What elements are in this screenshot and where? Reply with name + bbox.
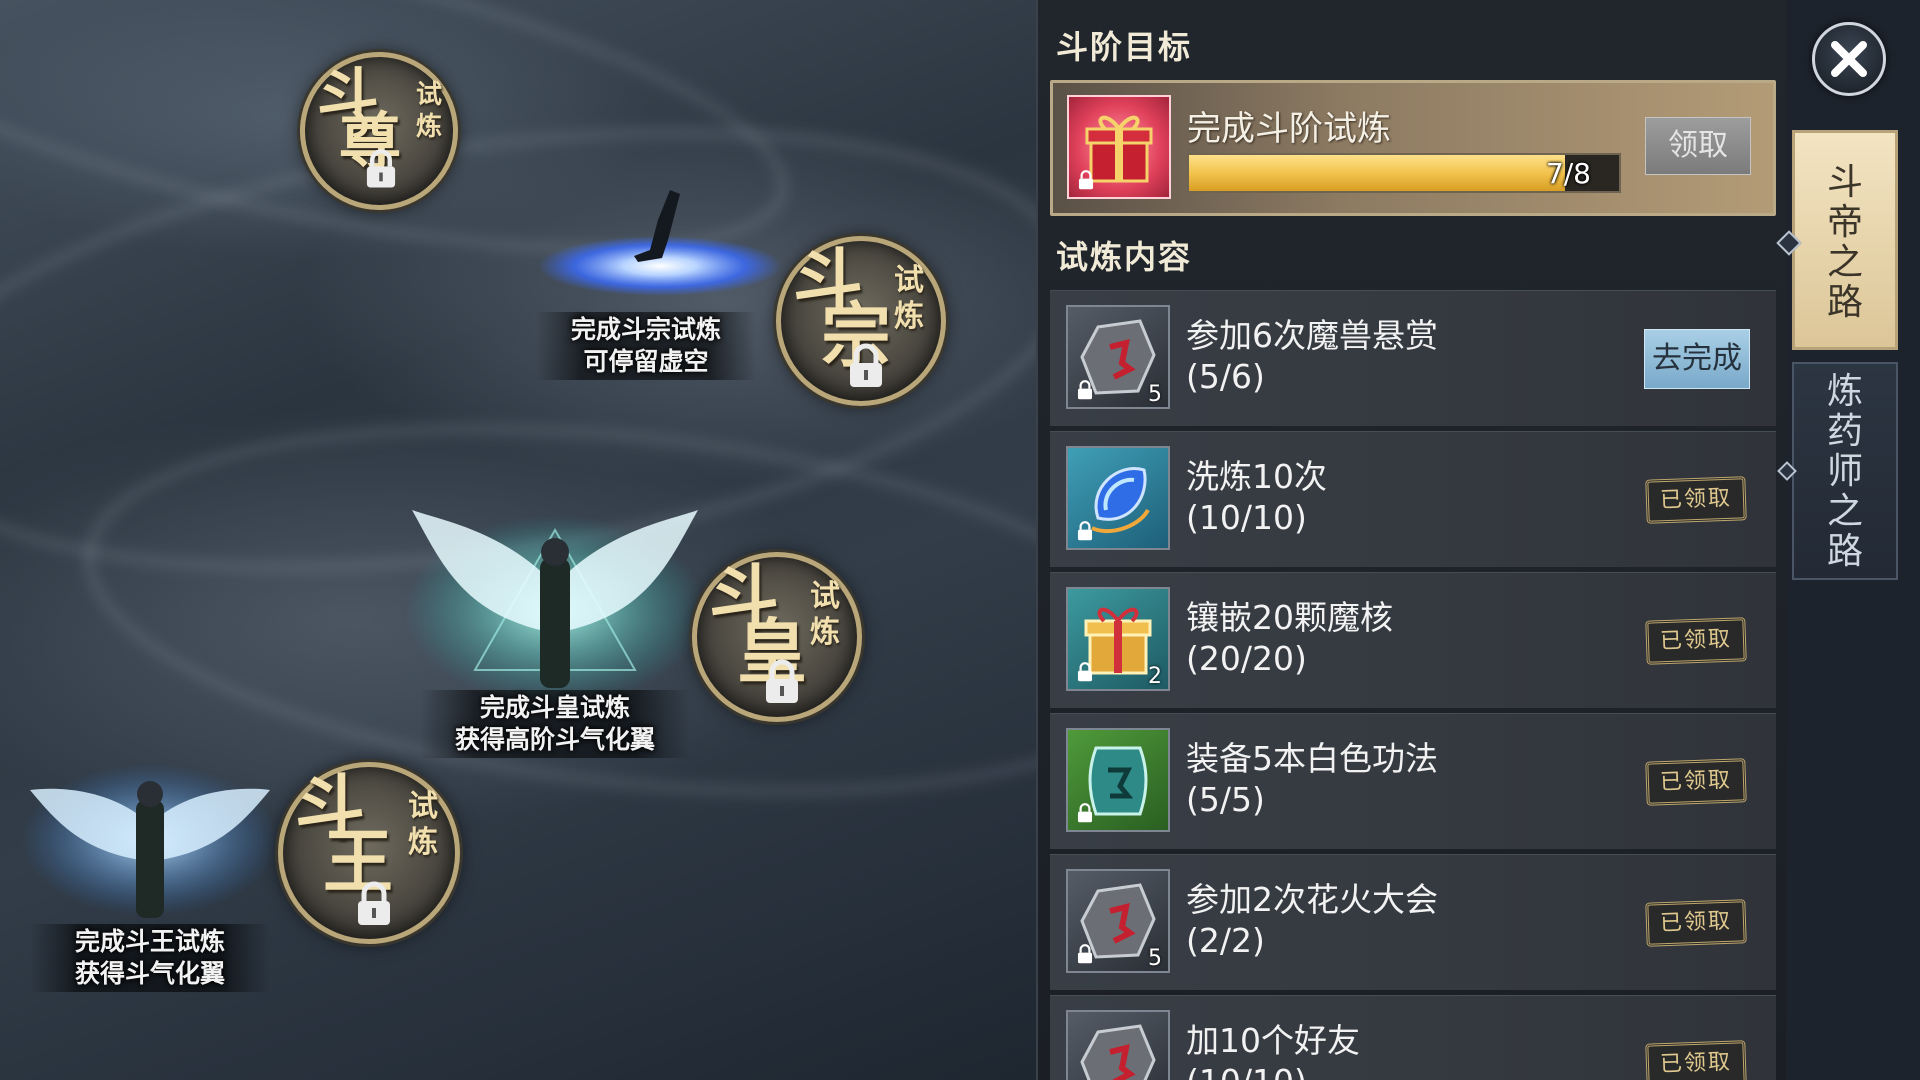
lock-icon bbox=[766, 659, 798, 703]
task-row: 加10个好友 (10/10) 已领取 bbox=[1050, 995, 1776, 1080]
lock-icon bbox=[1077, 380, 1093, 400]
medal-trial-label: 试炼 bbox=[810, 579, 840, 650]
tab-label: 炼药师之路 bbox=[1826, 371, 1863, 572]
item-count: 5 bbox=[1148, 382, 1162, 407]
task-list[interactable]: 5 参加6次魔兽悬赏 (5/6) 去完成 洗炼10次 (10/10) 已领取 2… bbox=[1050, 290, 1776, 1080]
goal-progress-bar: 7/8 bbox=[1187, 153, 1621, 193]
claimed-stamp: 已领取 bbox=[1645, 1040, 1747, 1080]
close-icon bbox=[1831, 41, 1867, 77]
wings-reward-image bbox=[20, 760, 280, 920]
trial-map[interactable]: 斗 尊 试炼 完成斗宗试炼 可停留虚空 斗 宗 试炼 完成斗皇试炼 获得高阶斗气… bbox=[0, 0, 1036, 1080]
reward-label-line1: 完成斗皇试炼 bbox=[479, 693, 630, 722]
lock-icon bbox=[1077, 944, 1093, 964]
lock-icon bbox=[1077, 662, 1093, 682]
go-complete-button[interactable]: 去完成 bbox=[1644, 329, 1750, 389]
claim-button[interactable]: 领取 bbox=[1645, 117, 1751, 175]
task-reward-icon[interactable]: 2 bbox=[1066, 587, 1170, 691]
monster-stone-icon bbox=[1080, 1024, 1156, 1080]
task-name: 加10个好友 bbox=[1186, 1021, 1360, 1060]
task-row: 2 镶嵌20颗魔核 (20/20) 已领取 bbox=[1050, 572, 1776, 708]
reward-label-douhuang: 完成斗皇试炼 获得高阶斗气化翼 bbox=[420, 690, 690, 758]
task-row: 装备5本白色功法 (5/5) 已领取 bbox=[1050, 713, 1776, 849]
task-progress: (20/20) bbox=[1186, 639, 1307, 678]
trial-panel: 斗阶目标 完成斗阶试炼 7/8 领取 试炼内容 5 参加6次魔兽悬赏 (5/6)… bbox=[1036, 0, 1786, 1080]
reward-label-douzong: 完成斗宗试炼 可停留虚空 bbox=[536, 312, 756, 380]
task-reward-icon[interactable] bbox=[1066, 728, 1170, 832]
task-name: 装备5本白色功法 bbox=[1186, 739, 1438, 778]
lock-icon bbox=[358, 881, 390, 925]
claimed-stamp: 已领取 bbox=[1645, 899, 1747, 947]
goal-card: 完成斗阶试炼 7/8 领取 bbox=[1050, 80, 1776, 216]
task-row: 洗炼10次 (10/10) 已领取 bbox=[1050, 431, 1776, 567]
task-name: 镶嵌20颗魔核 bbox=[1186, 598, 1393, 637]
claimed-stamp: 已领取 bbox=[1645, 617, 1747, 665]
lock-icon bbox=[1077, 521, 1093, 541]
task-progress: (5/5) bbox=[1186, 780, 1265, 819]
medal-trial-label: 试炼 bbox=[408, 789, 438, 860]
goal-section-title: 斗阶目标 bbox=[1056, 28, 1193, 66]
task-row: 5 参加6次魔兽悬赏 (5/6) 去完成 bbox=[1050, 290, 1776, 426]
task-reward-icon[interactable] bbox=[1066, 1010, 1170, 1080]
task-name: 参加2次花火大会 bbox=[1186, 880, 1438, 919]
reward-label-line1: 完成斗王试炼 bbox=[74, 927, 225, 956]
task-progress: (10/10) bbox=[1186, 498, 1307, 537]
reward-label-line1: 完成斗宗试炼 bbox=[570, 315, 721, 344]
trial-medal-douhuang[interactable]: 斗 皇 试炼 bbox=[692, 552, 862, 722]
goal-title: 完成斗阶试炼 bbox=[1187, 109, 1391, 149]
reward-label-line2: 获得斗气化翼 bbox=[74, 959, 225, 988]
task-name: 洗炼10次 bbox=[1186, 457, 1327, 496]
task-reward-icon[interactable]: 5 bbox=[1066, 305, 1170, 409]
item-count: 2 bbox=[1148, 664, 1162, 689]
task-progress: (10/10) bbox=[1186, 1062, 1307, 1080]
task-row: 5 参加2次花火大会 (2/2) 已领取 bbox=[1050, 854, 1776, 990]
goal-progress-fill bbox=[1189, 155, 1566, 191]
medal-trial-label: 试炼 bbox=[894, 263, 924, 334]
tasks-section-title: 试炼内容 bbox=[1056, 238, 1193, 276]
item-count: 5 bbox=[1148, 946, 1162, 971]
reward-label-line2: 可停留虚空 bbox=[583, 347, 709, 376]
close-button[interactable] bbox=[1812, 22, 1886, 96]
void-stay-reward-image bbox=[530, 180, 790, 300]
lock-icon bbox=[1078, 170, 1094, 190]
task-progress: (2/2) bbox=[1186, 921, 1265, 960]
task-name: 参加6次魔兽悬赏 bbox=[1186, 316, 1438, 355]
goal-reward-icon[interactable] bbox=[1067, 95, 1171, 199]
lock-icon bbox=[1077, 803, 1093, 823]
reward-label-line2: 获得高阶斗气化翼 bbox=[454, 725, 655, 754]
trial-medal-douzun[interactable]: 斗 尊 试炼 bbox=[300, 52, 458, 210]
tab-road-of-dou-di[interactable]: 斗帝之路 bbox=[1792, 130, 1898, 350]
task-reward-icon[interactable]: 5 bbox=[1066, 869, 1170, 973]
trial-medal-douwang[interactable]: 斗 王 试炼 bbox=[278, 762, 460, 944]
tab-road-of-alchemist[interactable]: 炼药师之路 bbox=[1792, 362, 1898, 580]
goal-progress-text: 7/8 bbox=[1545, 157, 1591, 190]
reward-label-douwang: 完成斗王试炼 获得斗气化翼 bbox=[30, 924, 270, 992]
claimed-stamp: 已领取 bbox=[1645, 476, 1747, 524]
lock-icon bbox=[850, 343, 882, 387]
trial-medal-douzong[interactable]: 斗 宗 试炼 bbox=[776, 236, 946, 406]
high-tier-wings-reward-image bbox=[400, 500, 710, 705]
task-reward-icon[interactable] bbox=[1066, 446, 1170, 550]
task-progress: (5/6) bbox=[1186, 357, 1265, 396]
claimed-stamp: 已领取 bbox=[1645, 758, 1747, 806]
medal-trial-label: 试炼 bbox=[415, 80, 442, 142]
lock-icon bbox=[366, 149, 396, 188]
tab-label: 斗帝之路 bbox=[1826, 162, 1863, 323]
